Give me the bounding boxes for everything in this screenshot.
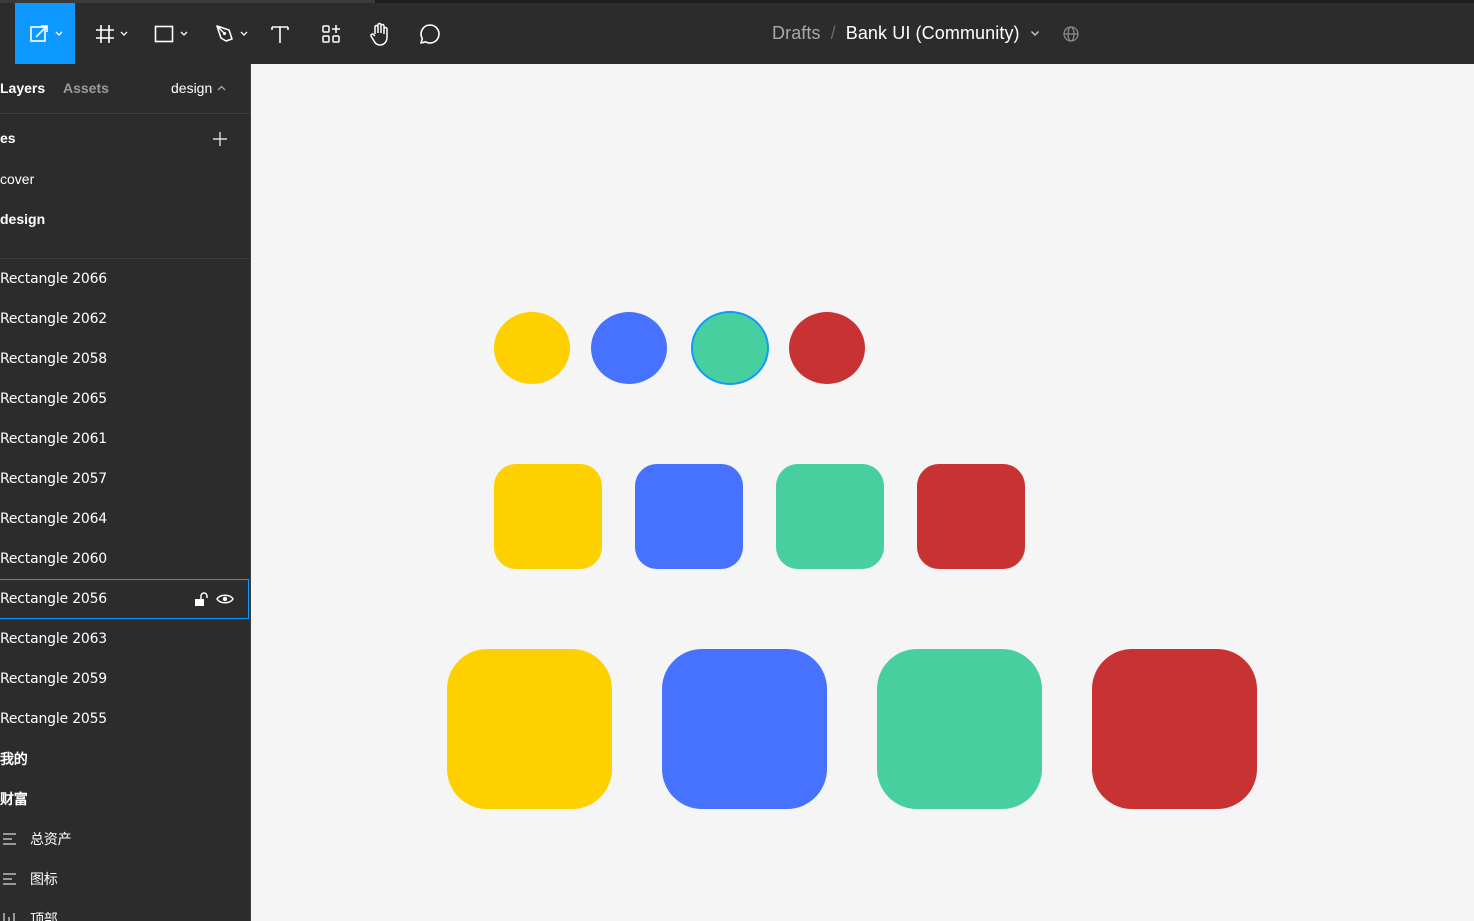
breadcrumb-drafts[interactable]: Drafts — [772, 23, 821, 44]
layer-row[interactable]: 顶部 — [0, 899, 249, 921]
toolbar: Drafts / Bank UI (Community) — [0, 0, 1474, 64]
ellipse-blue[interactable] — [591, 312, 667, 384]
ellipse-red[interactable] — [789, 312, 865, 384]
layer-label: 总资产 — [30, 832, 72, 848]
layer-label: Rectangle 2055 — [0, 711, 108, 727]
comment-icon — [420, 23, 440, 44]
layer-row[interactable]: Rectangle 2057 — [0, 459, 249, 499]
chevron-up-icon — [217, 85, 226, 91]
layer-label: 财富 — [0, 792, 28, 808]
autolayout-icon — [3, 833, 17, 849]
layer-label: Rectangle 2064 — [0, 511, 108, 527]
layer-row[interactable]: Rectangle 2064 — [0, 499, 249, 539]
layer-label: Rectangle 2059 — [0, 671, 108, 687]
move-tool-button[interactable] — [15, 3, 75, 64]
autolayout-icon — [3, 873, 17, 889]
pages-header: es — [0, 130, 16, 146]
rectangle-blue-large[interactable] — [662, 649, 827, 809]
layer-row[interactable]: Rectangle 2065 — [0, 379, 249, 419]
rectangle-yellow-medium[interactable] — [494, 464, 602, 569]
layer-label: Rectangle 2058 — [0, 351, 108, 367]
layer-row[interactable]: Rectangle 2060 — [0, 539, 249, 579]
hand-tool-button[interactable] — [364, 3, 396, 64]
pen-icon — [215, 24, 233, 42]
resources-tool-button[interactable] — [316, 3, 346, 64]
pages-section: es cover design — [0, 114, 250, 259]
unlock-icon[interactable] — [194, 592, 208, 611]
file-name[interactable]: Bank UI (Community) — [846, 23, 1020, 44]
rectangle-blue-medium[interactable] — [635, 464, 743, 569]
breadcrumb-separator: / — [830, 23, 836, 43]
chevron-down-icon — [240, 31, 248, 37]
chevron-down-icon[interactable] — [1030, 30, 1040, 37]
page-item-cover[interactable]: cover — [0, 171, 34, 187]
ellipse-yellow[interactable] — [494, 312, 570, 384]
rectangle-red-medium[interactable] — [917, 464, 1025, 569]
chevron-down-icon — [55, 31, 63, 37]
rectangle-red-large[interactable] — [1092, 649, 1257, 809]
plus-icon — [213, 132, 227, 146]
page-switcher[interactable]: design — [171, 80, 226, 96]
move-scale-icon — [29, 24, 48, 42]
layer-row[interactable]: Rectangle 2059 — [0, 659, 249, 699]
layer-row[interactable]: Rectangle 2062 — [0, 299, 249, 339]
globe-icon[interactable] — [1062, 25, 1080, 43]
hand-icon — [370, 22, 388, 46]
add-page-button[interactable] — [211, 130, 229, 148]
frame-icon — [96, 24, 114, 43]
layer-label: Rectangle 2066 — [0, 271, 108, 287]
layer-row[interactable]: 财富 — [0, 779, 249, 819]
autolayout-vertical-icon — [3, 913, 17, 921]
rectangle-yellow-large[interactable] — [447, 649, 612, 809]
design-canvas[interactable] — [251, 64, 1474, 921]
layer-label: Rectangle 2056 — [0, 591, 108, 607]
layer-row[interactable]: 总资产 — [0, 819, 249, 859]
text-icon — [271, 25, 289, 43]
chevron-down-icon — [120, 31, 128, 37]
rectangle-icon — [154, 25, 173, 42]
layer-label: 我的 — [0, 752, 28, 768]
rectangle-green-medium[interactable] — [776, 464, 884, 569]
layer-label: Rectangle 2063 — [0, 631, 108, 647]
layer-label: Rectangle 2057 — [0, 471, 108, 487]
layer-label: 顶部 — [30, 912, 58, 921]
layer-row[interactable]: Rectangle 2055 — [0, 699, 249, 739]
layer-row[interactable]: 我的 — [0, 739, 249, 779]
layer-row[interactable]: Rectangle 2058 — [0, 339, 249, 379]
text-tool-button[interactable] — [266, 3, 294, 64]
layers-panel: Layers Assets design es cover design Rec… — [0, 64, 251, 921]
eye-icon[interactable] — [216, 593, 234, 609]
layer-label: Rectangle 2062 — [0, 311, 108, 327]
frame-tool-button[interactable] — [88, 3, 134, 64]
ellipse-green-selected[interactable] — [691, 311, 769, 385]
page-item-design[interactable]: design — [0, 211, 45, 227]
resources-icon — [322, 24, 340, 43]
layer-label: Rectangle 2060 — [0, 551, 108, 567]
shape-tool-button[interactable] — [148, 3, 192, 64]
pen-tool-button[interactable] — [207, 3, 253, 64]
layer-row[interactable]: 图标 — [0, 859, 249, 899]
file-title: Drafts / Bank UI (Community) — [772, 3, 1080, 64]
layer-label: 图标 — [30, 872, 58, 888]
layer-label: Rectangle 2061 — [0, 431, 108, 447]
tab-assets[interactable]: Assets — [63, 80, 109, 96]
layer-label: Rectangle 2065 — [0, 391, 108, 407]
panel-tabs: Layers Assets design — [0, 64, 250, 114]
tab-layers[interactable]: Layers — [0, 80, 45, 96]
comment-tool-button[interactable] — [414, 3, 446, 64]
layer-row[interactable]: Rectangle 2066 — [0, 259, 249, 299]
layer-row[interactable]: Rectangle 2063 — [0, 619, 249, 659]
layer-row-selected[interactable]: Rectangle 2056 — [0, 579, 249, 619]
chevron-down-icon — [180, 31, 188, 37]
current-page-label: design — [171, 80, 213, 96]
rectangle-green-large[interactable] — [877, 649, 1042, 809]
layer-row[interactable]: Rectangle 2061 — [0, 419, 249, 459]
